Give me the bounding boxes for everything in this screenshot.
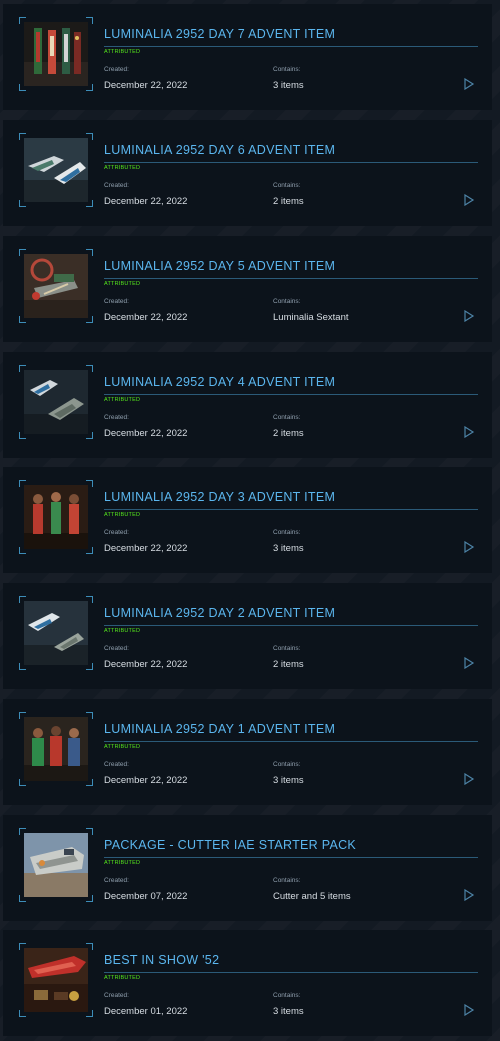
item-title[interactable]: LUMINALIA 2952 DAY 3 ADVENT ITEM [104, 486, 478, 510]
thumbnail-frame [19, 249, 93, 323]
expand-arrow-icon[interactable] [463, 194, 475, 206]
created-label: Created: [104, 414, 129, 421]
created-label: Created: [104, 298, 129, 305]
pledge-item[interactable]: PACKAGE - CUTTER IAE STARTER PACK ATTRIB… [3, 815, 492, 921]
expand-arrow-icon[interactable] [463, 541, 475, 553]
created-label: Created: [104, 182, 129, 189]
ships-thumbnail[interactable] [24, 138, 88, 202]
contains-label: Contains: [273, 761, 301, 768]
created-date: December 22, 2022 [104, 775, 188, 786]
pledge-item[interactable]: LUMINALIA 2952 DAY 2 ADVENT ITEM ATTRIBU… [3, 583, 492, 689]
created-label: Created: [104, 529, 129, 536]
pledge-item[interactable]: LUMINALIA 2952 DAY 7 ADVENT ITEM ATTRIBU… [3, 4, 492, 110]
ships-thumbnail[interactable] [24, 601, 88, 665]
expand-arrow-icon[interactable] [463, 773, 475, 785]
item-title[interactable]: BEST IN SHOW '52 [104, 949, 478, 973]
cutter-ship-thumbnail[interactable] [24, 833, 88, 897]
item-title[interactable]: LUMINALIA 2952 DAY 2 ADVENT ITEM [104, 602, 478, 626]
item-title[interactable]: PACKAGE - CUTTER IAE STARTER PACK [104, 834, 478, 858]
contains-label: Contains: [273, 645, 301, 652]
created-date: December 07, 2022 [104, 891, 188, 902]
contains-value: 3 items [273, 775, 304, 786]
contains-value: 2 items [273, 428, 304, 439]
attributed-badge: ATTRIBUTED [104, 744, 141, 750]
pledge-item[interactable]: LUMINALIA 2952 DAY 4 ADVENT ITEM ATTRIBU… [3, 352, 492, 458]
pledge-item[interactable]: LUMINALIA 2952 DAY 1 ADVENT ITEM ATTRIBU… [3, 699, 492, 805]
attributed-badge: ATTRIBUTED [104, 49, 141, 55]
created-date: December 22, 2022 [104, 312, 188, 323]
created-date: December 22, 2022 [104, 543, 188, 554]
contains-value: 3 items [273, 1006, 304, 1017]
contains-value: Cutter and 5 items [273, 891, 351, 902]
attributed-badge: ATTRIBUTED [104, 281, 141, 287]
festive-ship-decorations-thumbnail[interactable] [24, 22, 88, 86]
expand-arrow-icon[interactable] [463, 889, 475, 901]
contains-label: Contains: [273, 298, 301, 305]
attributed-badge: ATTRIBUTED [104, 165, 141, 171]
item-title[interactable]: LUMINALIA 2952 DAY 4 ADVENT ITEM [104, 371, 478, 395]
thumbnail-frame [19, 133, 93, 207]
pledge-item[interactable]: LUMINALIA 2952 DAY 3 ADVENT ITEM ATTRIBU… [3, 467, 492, 573]
thumbnail-frame [19, 943, 93, 1017]
pledge-list: LUMINALIA 2952 DAY 7 ADVENT ITEM ATTRIBU… [0, 0, 500, 1041]
outfits-thumbnail[interactable] [24, 485, 88, 549]
thumbnail-frame [19, 828, 93, 902]
sextant-thumbnail[interactable] [24, 254, 88, 318]
contains-label: Contains: [273, 529, 301, 536]
item-title[interactable]: LUMINALIA 2952 DAY 5 ADVENT ITEM [104, 255, 478, 279]
thumbnail-frame [19, 712, 93, 786]
contains-label: Contains: [273, 992, 301, 999]
expand-arrow-icon[interactable] [463, 1004, 475, 1016]
attributed-badge: ATTRIBUTED [104, 975, 141, 981]
contains-label: Contains: [273, 877, 301, 884]
attributed-badge: ATTRIBUTED [104, 860, 141, 866]
attributed-badge: ATTRIBUTED [104, 512, 141, 518]
created-date: December 01, 2022 [104, 1006, 188, 1017]
red-ship-model-thumbnail[interactable] [24, 948, 88, 1012]
attributed-badge: ATTRIBUTED [104, 628, 141, 634]
created-date: December 22, 2022 [104, 80, 188, 91]
contains-value: 2 items [273, 659, 304, 670]
expand-arrow-icon[interactable] [463, 78, 475, 90]
thumbnail-frame [19, 365, 93, 439]
contains-value: Luminalia Sextant [273, 312, 349, 323]
pledge-item[interactable]: BEST IN SHOW '52 ATTRIBUTED Created: Con… [3, 930, 492, 1036]
sweaters-thumbnail[interactable] [24, 717, 88, 781]
contains-value: 3 items [273, 80, 304, 91]
created-label: Created: [104, 645, 129, 652]
item-title[interactable]: LUMINALIA 2952 DAY 1 ADVENT ITEM [104, 718, 478, 742]
pledge-item[interactable]: LUMINALIA 2952 DAY 5 ADVENT ITEM ATTRIBU… [3, 236, 492, 342]
item-title[interactable]: LUMINALIA 2952 DAY 7 ADVENT ITEM [104, 23, 478, 47]
created-date: December 22, 2022 [104, 428, 188, 439]
created-label: Created: [104, 66, 129, 73]
expand-arrow-icon[interactable] [463, 310, 475, 322]
created-label: Created: [104, 992, 129, 999]
contains-label: Contains: [273, 414, 301, 421]
ships-thumbnail[interactable] [24, 370, 88, 434]
contains-value: 2 items [273, 196, 304, 207]
created-label: Created: [104, 761, 129, 768]
expand-arrow-icon[interactable] [463, 657, 475, 669]
pledge-item[interactable]: LUMINALIA 2952 DAY 6 ADVENT ITEM ATTRIBU… [3, 120, 492, 226]
created-label: Created: [104, 877, 129, 884]
contains-label: Contains: [273, 182, 301, 189]
thumbnail-frame [19, 596, 93, 670]
expand-arrow-icon[interactable] [463, 426, 475, 438]
created-date: December 22, 2022 [104, 659, 188, 670]
item-title[interactable]: LUMINALIA 2952 DAY 6 ADVENT ITEM [104, 139, 478, 163]
attributed-badge: ATTRIBUTED [104, 397, 141, 403]
created-date: December 22, 2022 [104, 196, 188, 207]
contains-label: Contains: [273, 66, 301, 73]
thumbnail-frame [19, 480, 93, 554]
contains-value: 3 items [273, 543, 304, 554]
thumbnail-frame [19, 17, 93, 91]
